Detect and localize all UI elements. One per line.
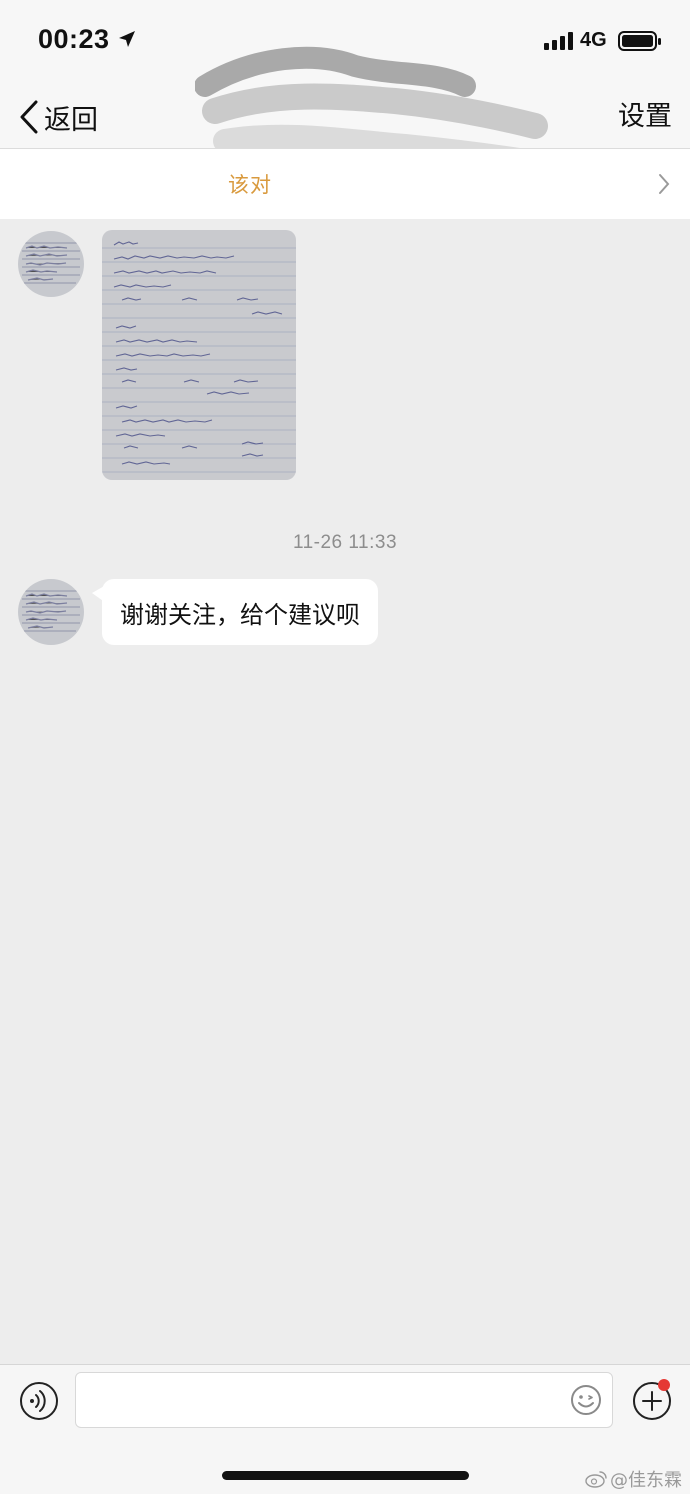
message-image[interactable] bbox=[102, 230, 296, 480]
avatar[interactable] bbox=[18, 579, 84, 645]
message-text-field[interactable] bbox=[76, 1373, 570, 1427]
avatar-image bbox=[18, 231, 84, 297]
voice-input-icon[interactable] bbox=[19, 1381, 59, 1421]
weibo-logo-icon bbox=[585, 1471, 607, 1488]
text-message-bubble[interactable]: 谢谢关注，给个建议呗 bbox=[102, 579, 378, 645]
battery-icon bbox=[618, 31, 661, 51]
watermark: @佳东霖 bbox=[585, 1466, 682, 1492]
avatar-image bbox=[18, 579, 84, 645]
navigation-bar: 返回 设置 bbox=[0, 46, 690, 193]
handwritten-notes-photo bbox=[102, 230, 296, 480]
location-arrow-icon bbox=[119, 31, 135, 47]
emoji-icon[interactable] bbox=[570, 1384, 602, 1416]
status-bar: 00:23 4G bbox=[0, 0, 690, 86]
avatar[interactable] bbox=[18, 231, 84, 297]
status-time: 00:23 bbox=[38, 24, 110, 54]
message-text: 谢谢关注，给个建议呗 bbox=[120, 600, 360, 629]
message-timestamp: 11-26 11:33 bbox=[292, 532, 398, 553]
settings-button[interactable]: 设置 bbox=[618, 94, 672, 140]
network-type: 4G bbox=[580, 29, 607, 51]
back-button[interactable]: 返回 bbox=[18, 94, 98, 140]
chevron-left-icon bbox=[20, 100, 38, 134]
chevron-right-icon bbox=[659, 174, 670, 194]
banner-text: 该对 bbox=[228, 173, 272, 197]
home-indicator bbox=[222, 1471, 469, 1480]
back-label: 返回 bbox=[44, 104, 98, 136]
notice-banner[interactable]: 该对 bbox=[0, 149, 690, 219]
message-input[interactable] bbox=[75, 1372, 613, 1428]
notification-dot bbox=[658, 1379, 670, 1391]
cellular-signal-icon bbox=[544, 32, 573, 50]
watermark-text: @佳东霖 bbox=[610, 1470, 682, 1491]
